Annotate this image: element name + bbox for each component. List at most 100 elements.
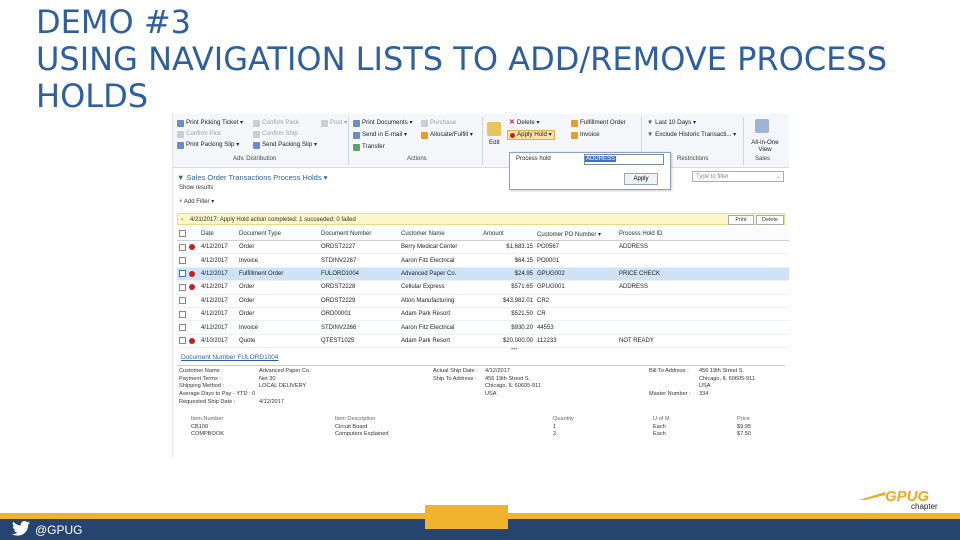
table-row[interactable]: 4/12/2017 Invoice STDINV2267 Aaron Fitz Ele… — [177, 253, 789, 268]
print-picking-ticket-button[interactable]: Print Picking Ticket ▾ — [177, 119, 243, 127]
checkbox-icon — [179, 297, 186, 305]
fulfillment-icon — [571, 119, 578, 127]
exclude-historic-filter[interactable]: ▼ Exclude Historic Transacti... ▾ — [647, 131, 736, 139]
confirm-pick-button[interactable]: Confirm Pick — [177, 130, 221, 138]
hold-flag-icon — [189, 284, 195, 291]
row-checkbox[interactable] — [177, 253, 187, 268]
cell-document-number: QTEST1025 — [319, 334, 399, 349]
show-results-link[interactable]: Show results — [179, 185, 213, 191]
row-checkbox[interactable] — [177, 307, 187, 322]
table-row[interactable]: 4/12/2017 Order ORD00001 Adam Park Resort $5… — [177, 307, 789, 322]
confirm-ship-button[interactable]: Confirm Ship — [253, 130, 298, 138]
detail-values-mid: 4/12/2017 456 19th Street S. Chicago, IL… — [485, 368, 541, 398]
all-in-one-view-button[interactable]: All-in-One View — [747, 139, 783, 153]
column-header-process-hold-id[interactable]: Process Hold ID — [617, 228, 789, 241]
add-filter-button[interactable]: + Add Filter ▾ — [179, 198, 214, 205]
table-row[interactable]: 4/12/2017 Order ORDST2229 Alton Manufacturi… — [177, 294, 789, 308]
email-icon — [353, 131, 360, 139]
cell-date: 4/12/2017 — [199, 267, 237, 282]
cell-document-type: Fulfillment Order — [237, 267, 319, 282]
row-checkbox[interactable] — [177, 280, 187, 295]
table-row[interactable]: 4/12/2017 Invoice STDINV2266 Aaron Fitz Ele… — [177, 320, 789, 335]
document-number-link[interactable]: Document Number FULORD1004 — [181, 354, 279, 361]
print-packing-slip-button[interactable]: Print Packing Slip ▾ — [177, 141, 239, 149]
gpug-chapter-logo: GPUG chapter — [855, 488, 955, 512]
table-row[interactable]: 4/12/2017 Fulfillment Order FULORD1004 Adva… — [177, 267, 789, 282]
checkbox-icon — [179, 337, 186, 345]
transfer-button[interactable]: Transfer — [353, 143, 385, 151]
table-row[interactable]: 4/12/2017 Order ORDST2228 Cellular Express $… — [177, 280, 789, 295]
column-header-customer-po[interactable]: Customer PO Number ▾ — [535, 228, 617, 241]
column-header-document-type[interactable]: Document Type — [237, 228, 319, 241]
filter-icon: ▼ — [647, 119, 654, 126]
confirm-pack-icon — [253, 119, 260, 127]
column-header-amount[interactable]: Amount — [481, 228, 535, 241]
cell-document-type: Invoice — [237, 253, 319, 268]
logo-chapter-text: chapter — [911, 502, 938, 511]
row-checkbox[interactable] — [177, 240, 187, 255]
row-checkbox[interactable] — [177, 320, 187, 335]
print-documents-button[interactable]: Print Documents ▾ — [353, 119, 413, 127]
group-adv-distribution: Adv. Distribution — [233, 156, 277, 162]
delete-button[interactable]: ✕ Delete ▾ — [509, 119, 540, 127]
send-in-email-button[interactable]: Send in E-mail ▾ — [353, 131, 407, 139]
apply-hold-button[interactable]: Apply Hold ▾ — [507, 130, 555, 140]
table-row[interactable]: 4/12/2017 Order ORDST2227 Berry Medical Cen… — [177, 240, 789, 255]
printer-icon — [177, 141, 184, 149]
cell-document-number: STDINV2267 — [319, 253, 399, 268]
cell-customer-po: GPUG001 — [535, 280, 617, 295]
ribbon-separator — [743, 117, 744, 165]
delete-x-icon: ✕ — [509, 119, 515, 126]
cell-document-type: Order — [237, 280, 319, 295]
column-header-date[interactable]: Date — [199, 228, 237, 241]
row-checkbox[interactable] — [177, 334, 187, 349]
table-row[interactable]: 4/10/2017 Quote QTEST1025 Adam Park Resort $… — [177, 334, 789, 349]
cell-amount: $43,982.01 — [481, 294, 535, 308]
cell-process-hold-id — [617, 320, 789, 335]
filter-icon: ▼ — [177, 173, 185, 182]
print-button[interactable]: Print — [728, 215, 754, 225]
send-packing-slip-button[interactable]: Send Packing Slip ▾ — [253, 141, 317, 149]
cell-process-hold-id — [617, 307, 789, 322]
hold-icon — [510, 132, 515, 138]
edit-button[interactable]: Edit — [489, 139, 500, 147]
filter-input[interactable]: Type to filter → — [692, 171, 784, 182]
twitter-handle: @GPUG — [35, 523, 83, 537]
cell-date: 4/12/2017 — [199, 294, 237, 308]
allocate-fulfill-button[interactable]: Allocate/Fulfill ▾ — [421, 131, 473, 139]
ribbon-separator — [482, 117, 483, 165]
cell-date: 4/12/2017 — [199, 280, 237, 295]
cell-date: 4/12/2017 — [199, 253, 237, 268]
cell-process-hold-id: ADDRESS — [617, 280, 789, 295]
hold-flag-header — [187, 228, 199, 241]
cell-document-type: Order — [237, 240, 319, 255]
cell-document-number: ORDST2228 — [319, 280, 399, 295]
purchase-button[interactable]: Purchase — [421, 119, 456, 127]
row-checkbox[interactable] — [177, 294, 187, 308]
cell-customer-po: PO0001 — [535, 253, 617, 268]
delete-list-button[interactable]: Delete — [756, 215, 784, 225]
item-description-column: Item Description Circuit Board Computers… — [335, 416, 389, 438]
cell-document-number: ORDST2227 — [319, 240, 399, 255]
process-hold-select[interactable]: ADDRESS — [584, 154, 664, 165]
swoosh-icon — [859, 492, 885, 500]
dynamics-gp-screenshot: Print Picking Ticket ▾ Confirm Pick Prin… — [172, 114, 789, 458]
warning-icon: ▪ — [181, 217, 184, 223]
invoice-button[interactable]: Invoice — [571, 131, 600, 139]
cell-customer-name: Alton Manufacturing — [399, 294, 481, 308]
list-title[interactable]: ▼ Sales Order Transactions Process Holds… — [177, 173, 327, 182]
select-all-checkbox[interactable] — [177, 228, 187, 241]
confirm-pack-button[interactable]: Confirm Pack — [253, 119, 299, 127]
column-header-customer-name[interactable]: Customer Name — [399, 228, 481, 241]
filter-icon: ▼ — [647, 131, 654, 138]
fulfillment-order-button[interactable]: Fulfillment Order — [571, 119, 626, 127]
hold-indicator — [187, 267, 199, 282]
post-button[interactable]: Post ▾ — [321, 119, 347, 127]
apply-button[interactable]: Apply — [624, 173, 658, 185]
last-10-days-filter[interactable]: ▼ Last 10 Days ▾ — [647, 119, 696, 127]
column-header-document-number[interactable]: Document Number — [319, 228, 399, 241]
cell-customer-name: Cellular Express — [399, 280, 481, 295]
cell-process-hold-id — [617, 294, 789, 308]
cell-amount: $64.15 — [481, 253, 535, 268]
row-checkbox[interactable] — [177, 267, 187, 282]
